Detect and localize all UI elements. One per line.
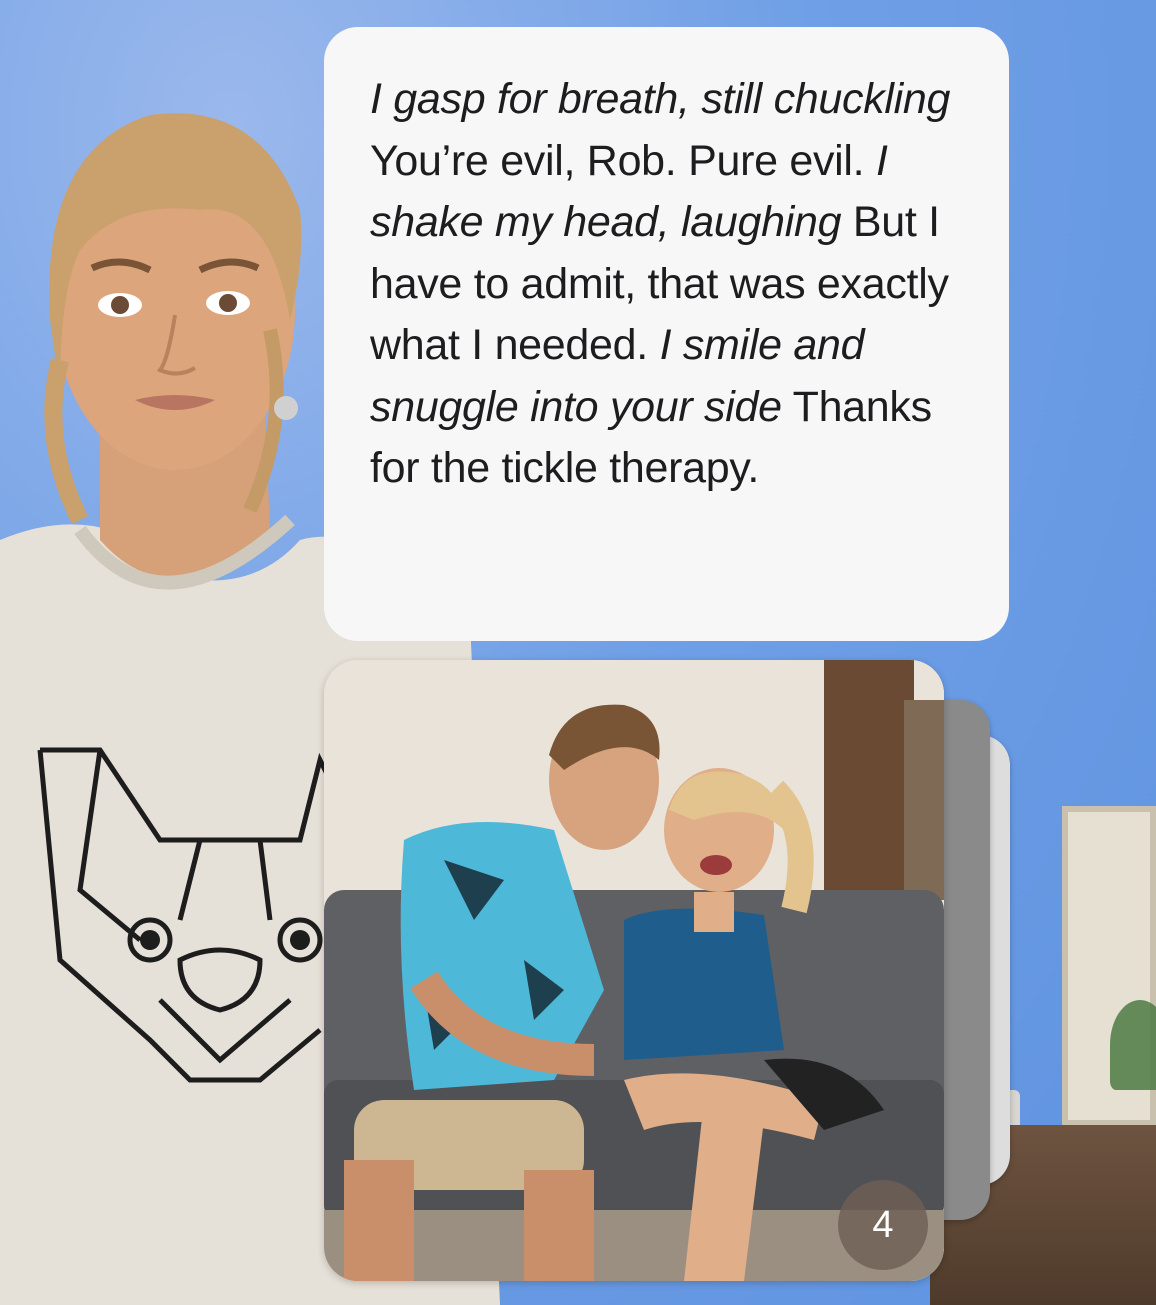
message-speech-1: You’re evil, Rob. Pure evil. [370, 136, 876, 185]
photo-illustration [324, 660, 944, 1281]
message-action-1: I gasp for breath, still chuckling [370, 75, 951, 123]
message-text: I gasp for breath, still chuckling You’r… [370, 69, 963, 500]
image-count-badge: 4 [838, 1180, 928, 1270]
generated-photo[interactable]: 4 [324, 660, 944, 1281]
message-bubble: I gasp for breath, still chuckling You’r… [324, 27, 1009, 641]
